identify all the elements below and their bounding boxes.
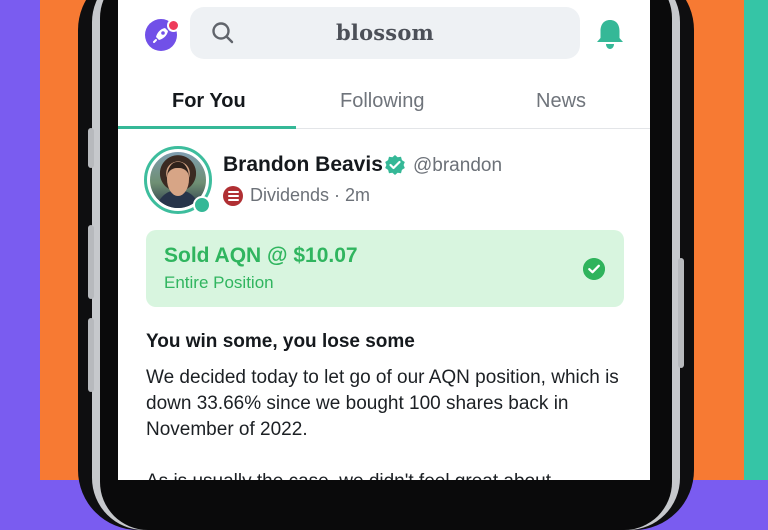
verified-check-icon [385, 155, 405, 175]
trade-card[interactable]: Sold AQN @ $10.07 Entire Position [146, 230, 624, 307]
post-body: We decided today to let go of our AQN po… [146, 365, 626, 480]
search-bar[interactable]: blossom [190, 7, 580, 59]
post-meta[interactable]: Dividends · 2m [250, 185, 370, 206]
bell-icon[interactable] [592, 16, 628, 52]
rocket-icon[interactable] [145, 19, 180, 51]
backdrop-teal [744, 0, 768, 480]
tab-following[interactable]: Following [340, 90, 424, 113]
volume-up-button [88, 225, 94, 299]
app-screen: blossom For You Following News Brandon B… [118, 0, 650, 480]
active-tab-indicator [118, 126, 296, 129]
post-paragraph: As is usually the case, we didn't feel g… [146, 469, 626, 480]
feed-tabs: For You Following News [118, 82, 650, 129]
tab-news[interactable]: News [536, 90, 586, 113]
post-title: You win some, you lose some [146, 331, 415, 352]
notification-dot [167, 19, 180, 32]
author-handle[interactable]: @brandon [413, 155, 502, 177]
avatar-badge-icon [193, 196, 211, 214]
power-button [678, 258, 684, 368]
avatar[interactable] [144, 146, 212, 214]
volume-down-button [88, 318, 94, 392]
trade-title: Sold AQN @ $10.07 [164, 244, 358, 267]
backdrop-purple [0, 0, 40, 480]
coin-stack-icon [223, 186, 243, 206]
trade-subtitle: Entire Position [164, 273, 274, 292]
tab-for-you[interactable]: For You [172, 90, 246, 113]
volume-button [88, 128, 94, 168]
post-paragraph: We decided today to let go of our AQN po… [146, 367, 619, 440]
check-circle-icon [583, 258, 605, 280]
author-name[interactable]: Brandon Beavis [223, 153, 383, 177]
search-wordmark: blossom [336, 20, 434, 45]
